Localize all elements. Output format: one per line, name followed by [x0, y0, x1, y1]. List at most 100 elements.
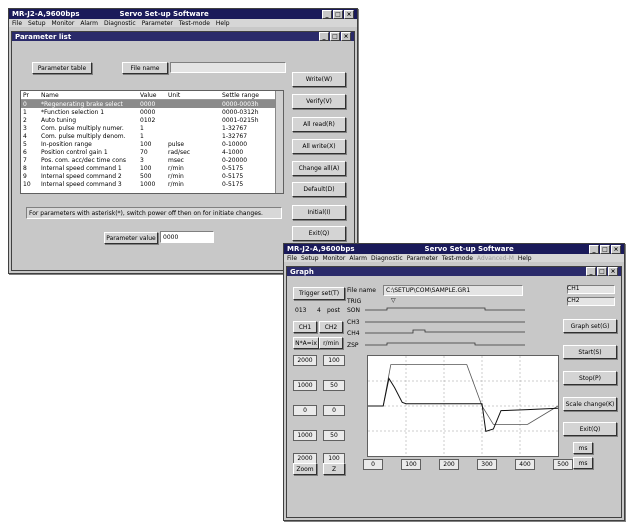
minimize-icon[interactable]: _ — [319, 32, 329, 41]
ch2-button[interactable]: CH2 — [319, 321, 343, 333]
panel-titlebar[interactable]: Parameter list _ □ × — [12, 32, 354, 41]
menu-parameter[interactable]: Parameter — [407, 255, 438, 262]
menu-help[interactable]: Help — [216, 20, 230, 27]
change-all-button[interactable]: Change all(A) — [292, 161, 346, 176]
unit-left-button[interactable]: N*A=ix — [293, 337, 319, 349]
minimize-icon[interactable]: _ — [586, 267, 596, 276]
x-tick-label: 400 — [515, 459, 535, 470]
menu-parameter[interactable]: Parameter — [142, 20, 173, 27]
menu-setup[interactable]: Setup — [301, 255, 318, 262]
table-row[interactable]: 7 Pos. com. acc/dec time cons 3 msec 0-20000 — [21, 156, 283, 164]
window-titlebar[interactable]: MR-J2-A,9600bps Servo Set-up Software _ □ × — [9, 9, 357, 19]
file-name-button[interactable]: File name — [122, 62, 168, 74]
menu-diagnostic[interactable]: Diagnostic — [371, 255, 403, 262]
col-unit[interactable]: Unit — [166, 91, 220, 100]
window-titlebar[interactable]: MR-J2-A,9600bps Servo Set-up Software _ □ × — [284, 244, 624, 254]
minimize-icon[interactable]: _ — [322, 9, 332, 19]
ch2-input-label: CH2 — [567, 297, 580, 304]
maximize-icon[interactable]: □ — [597, 267, 607, 276]
menu-monitor[interactable]: Monitor — [323, 255, 346, 262]
table-cell: 2 — [23, 116, 27, 124]
col-value[interactable]: Value — [138, 91, 166, 100]
menu-setup[interactable]: Setup — [28, 20, 45, 27]
verify-button[interactable]: Verify(V) — [292, 94, 346, 109]
channel-son: SON — [347, 307, 361, 314]
scale-change-button[interactable]: Scale change(K) — [563, 397, 617, 411]
unit-right-button[interactable]: r/min — [319, 337, 343, 349]
zoom-button[interactable]: Zoom — [293, 463, 317, 475]
col-range[interactable]: Settle range — [220, 91, 283, 100]
scale-left-3: 0 — [293, 405, 317, 416]
col-pr[interactable]: Pr — [21, 91, 39, 100]
exit-button[interactable]: Exit(Q) — [292, 226, 346, 241]
exit-button[interactable]: Exit(Q) — [563, 422, 617, 436]
table-cell: 1-32767 — [222, 124, 248, 132]
table-cell: r/min — [168, 172, 184, 180]
initial-button[interactable]: Initial(I) — [292, 205, 346, 220]
parameter-value-field[interactable]: 0000 — [160, 231, 214, 243]
table-cell: 100 — [140, 164, 152, 172]
z-button[interactable]: Z — [323, 463, 345, 475]
table-row[interactable]: 4 Com. pulse multiply denom. 1 1-32767 — [21, 132, 283, 140]
start-button[interactable]: Start(S) — [563, 345, 617, 359]
maximize-icon[interactable]: □ — [600, 244, 610, 254]
time-unit-button-2[interactable]: ms — [573, 457, 593, 469]
table-row[interactable]: 9 Internal speed command 2 500 r/min 0-5175 — [21, 172, 283, 180]
minimize-icon[interactable]: _ — [589, 244, 599, 254]
maximize-icon[interactable]: □ — [333, 9, 343, 19]
time-unit-button-1[interactable]: ms — [573, 442, 593, 454]
menu-file[interactable]: File — [287, 255, 297, 262]
table-cell: 100 — [140, 140, 152, 148]
table-cell: 6 — [23, 148, 27, 156]
ch1-button[interactable]: CH1 — [293, 321, 317, 333]
maximize-icon[interactable]: □ — [330, 32, 340, 41]
stop-button[interactable]: Stop(P) — [563, 371, 617, 385]
menu-test-mode[interactable]: Test-mode — [442, 255, 473, 262]
file-name-label: File name — [347, 287, 376, 294]
parameter-table-button[interactable]: Parameter table — [32, 62, 92, 74]
table-row[interactable]: 5 In-position range 100 pulse 0-10000 — [21, 140, 283, 148]
table-row[interactable]: 0 *Regenerating brake select 0000 0000-0003… — [21, 99, 283, 108]
table-cell: 7 — [23, 156, 27, 164]
menu-alarm[interactable]: Alarm — [80, 20, 98, 27]
scale-left-2: 1000 — [293, 380, 317, 391]
table-row[interactable]: 1 *Function selection 1 0000 0000-0312h — [21, 108, 283, 116]
table-scrollbar[interactable] — [275, 91, 283, 193]
panel-titlebar[interactable]: Graph _ □ × — [287, 267, 621, 276]
table-row[interactable]: 8 Internal speed command 1 100 r/min 0-5175 — [21, 164, 283, 172]
all-read-button[interactable]: All read(R) — [292, 117, 346, 132]
menu-diagnostic[interactable]: Diagnostic — [104, 20, 136, 27]
graph-set-button[interactable]: Graph set(G) — [563, 319, 617, 333]
menu-monitor[interactable]: Monitor — [52, 20, 75, 27]
close-icon[interactable]: × — [344, 9, 354, 19]
menu-file[interactable]: File — [12, 20, 22, 27]
table-row[interactable]: 3 Com. pulse multiply numer. 1 1-32767 — [21, 124, 283, 132]
default-button[interactable]: Default(D) — [292, 182, 346, 197]
table-cell: *Regenerating brake select — [39, 99, 138, 108]
table-cell: 0-20000 — [222, 156, 248, 164]
table-row[interactable]: 2 Auto tuning 0102 0001-0215h — [21, 116, 283, 124]
table-row[interactable]: 10 Internal speed command 3 1000 r/min 0-517… — [21, 180, 283, 188]
close-icon[interactable]: × — [611, 244, 621, 254]
file-name-field[interactable] — [170, 62, 286, 73]
scale-right-3: 0 — [323, 405, 345, 416]
col-name[interactable]: Name — [39, 91, 138, 100]
trigger-set-button[interactable]: Trigger set(T) — [293, 287, 345, 300]
scale-right-2: 50 — [323, 380, 345, 391]
channel-ch4: CH4 — [347, 330, 360, 337]
file-name-field[interactable]: C:\SETUP\COM\SAMPLE.GR1 — [383, 285, 523, 296]
menu-test-mode[interactable]: Test-mode — [179, 20, 210, 27]
all-write-button[interactable]: All write(X) — [292, 139, 346, 154]
write-button[interactable]: Write(W) — [292, 72, 346, 87]
close-icon[interactable]: × — [341, 32, 351, 41]
close-icon[interactable]: × — [608, 267, 618, 276]
table-cell: 10 — [23, 180, 31, 188]
table-cell: 1000 — [140, 180, 156, 188]
menu-alarm[interactable]: Alarm — [349, 255, 367, 262]
parameter-list-panel: Parameter list _ □ × Parameter table File … — [11, 31, 355, 271]
ch1-input-label: CH1 — [567, 285, 580, 292]
table-row[interactable]: 6 Position control gain 1 70 rad/sec 4-1000 — [21, 148, 283, 156]
table-cell: Com. pulse multiply numer. — [41, 124, 124, 132]
table-cell — [166, 116, 220, 124]
menu-help[interactable]: Help — [518, 255, 532, 262]
